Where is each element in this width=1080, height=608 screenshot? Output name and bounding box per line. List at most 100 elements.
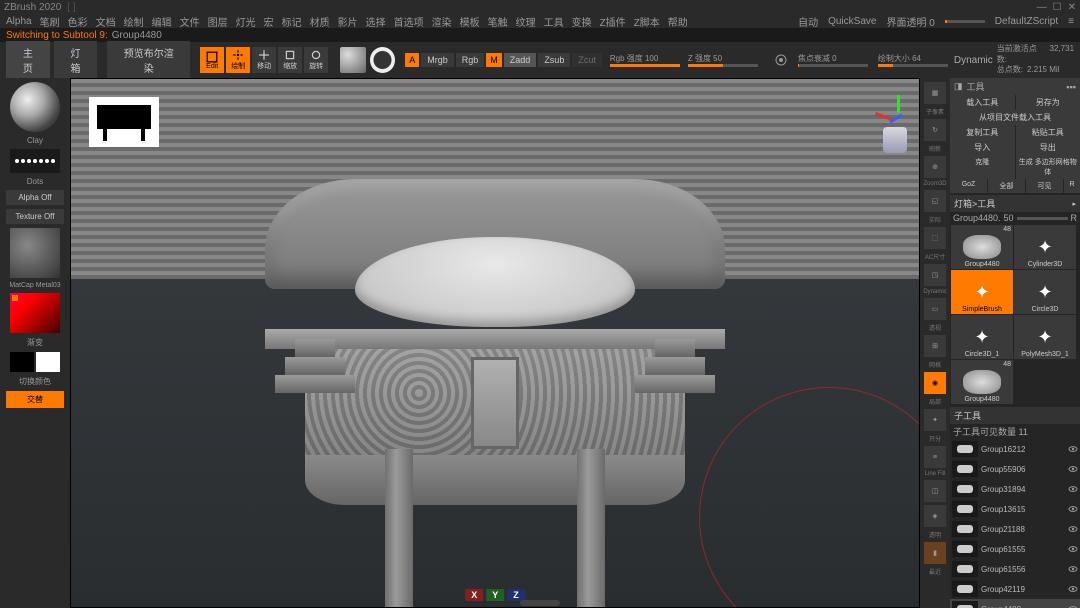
subtool-item[interactable]: Group21188	[950, 519, 1080, 539]
zadd-button[interactable]: Zadd	[504, 53, 537, 67]
import-button[interactable]: 导入	[950, 140, 1015, 155]
floor-axis-toggle[interactable]: X Y Z	[465, 589, 525, 601]
goz-button[interactable]: GoZ	[950, 179, 987, 193]
panel-close-icon[interactable]: ▪▪▪	[1066, 82, 1076, 92]
stroke-thumbnail[interactable]	[10, 149, 60, 173]
rotate-button[interactable]: 旋转	[304, 47, 328, 73]
menu-item[interactable]: 模板	[460, 14, 480, 29]
subtool-item[interactable]: Group16212	[950, 439, 1080, 459]
swap-button[interactable]: 交替	[6, 391, 64, 408]
eye-icon[interactable]	[1068, 484, 1078, 494]
strip-icon[interactable]: ◫	[924, 480, 946, 502]
menu-item[interactable]: 宏	[264, 14, 274, 29]
subtool-item[interactable]: Group13615	[950, 499, 1080, 519]
reference-image[interactable]	[89, 97, 159, 147]
eye-icon[interactable]	[1068, 584, 1078, 594]
zsub-button[interactable]: Zsub	[538, 53, 570, 67]
menu-item[interactable]: 纹理	[516, 14, 536, 29]
eye-icon[interactable]	[1068, 504, 1078, 514]
default-zscript[interactable]: DefaultZScript	[995, 16, 1058, 27]
all-button[interactable]: 全部	[988, 179, 1025, 193]
camera-thumbnail[interactable]	[883, 127, 907, 153]
focal-slider[interactable]	[798, 64, 868, 67]
floor-y[interactable]: Y	[486, 589, 504, 601]
eye-icon[interactable]	[1068, 564, 1078, 574]
visible-button[interactable]: 可见	[1026, 179, 1063, 193]
move-button[interactable]: 移动	[252, 47, 276, 73]
paste-tool-button[interactable]: 粘贴工具	[1016, 125, 1080, 140]
eye-icon[interactable]	[1068, 444, 1078, 454]
strip-icon[interactable]: ↻	[924, 119, 946, 141]
menu-item[interactable]: 绘制	[124, 14, 144, 29]
eye-icon[interactable]	[1068, 464, 1078, 474]
menu-item[interactable]: 选择	[366, 14, 386, 29]
rgb-intensity-slider[interactable]	[610, 64, 680, 67]
menu-item[interactable]: 图层	[208, 14, 228, 29]
alpha-button[interactable]: Alpha Off	[6, 190, 64, 205]
strip-icon[interactable]: ▭	[924, 298, 946, 320]
menu-item[interactable]: 色彩	[68, 14, 88, 29]
strip-icon[interactable]: ◱	[924, 190, 946, 212]
material-swatch[interactable]	[340, 47, 366, 73]
menu-item[interactable]: 文件	[180, 14, 200, 29]
clone-button[interactable]: 克隆	[950, 155, 1015, 179]
strip-icon[interactable]: ⬚	[924, 227, 946, 249]
brush-thumbnail[interactable]	[10, 82, 60, 132]
subtool-item[interactable]: Group4480	[950, 599, 1080, 608]
menu-item[interactable]: 文档	[96, 14, 116, 29]
tool-cell[interactable]: 48Group4480	[951, 360, 1013, 404]
opacity-slider[interactable]	[945, 20, 985, 23]
switch-color[interactable]: 切换颜色	[19, 376, 51, 387]
tool-panel-header[interactable]: ◨ 工具 ▪▪▪	[950, 78, 1080, 95]
color-swatches[interactable]	[10, 352, 60, 372]
z-intensity-slider[interactable]	[688, 64, 758, 67]
axis-gizmo[interactable]	[871, 91, 907, 127]
subtool-item[interactable]: Group55906	[950, 459, 1080, 479]
tool-cell[interactable]: 48Group4480	[951, 225, 1013, 269]
menu-item[interactable]: Z插件	[600, 14, 626, 29]
zcut-button[interactable]: Zcut	[572, 53, 602, 67]
strip-icon[interactable]: ≡	[924, 446, 946, 468]
maximize-icon[interactable]: ☐	[1053, 2, 1062, 13]
subtool-item[interactable]: Group42119	[950, 579, 1080, 599]
drawsize-slider[interactable]	[878, 64, 948, 67]
rgb-button[interactable]: Rgb	[456, 53, 485, 67]
material-thumbnail[interactable]	[10, 228, 60, 278]
menu-item[interactable]: 首选项	[394, 14, 424, 29]
subtool-section-header[interactable]: 子工具	[950, 407, 1080, 424]
menu-item[interactable]: 编辑	[152, 14, 172, 29]
floor-x[interactable]: X	[465, 589, 483, 601]
edit-button[interactable]: Edit	[200, 47, 224, 73]
eye-icon[interactable]	[1068, 544, 1078, 554]
strip-icon[interactable]: ◈	[924, 505, 946, 527]
tool-cell[interactable]: ✦Circle3D_1	[951, 315, 1013, 359]
menu-item[interactable]: 变换	[572, 14, 592, 29]
strip-icon[interactable]: ⊕	[924, 156, 946, 178]
menu-item[interactable]: 影片	[338, 14, 358, 29]
gradient-label[interactable]: 渐变	[27, 337, 43, 348]
menu-item[interactable]: 渲染	[432, 14, 452, 29]
r-button[interactable]: R	[1064, 179, 1080, 193]
strip-icon[interactable]: ▮	[924, 542, 946, 564]
mrgb-button[interactable]: Mrgb	[421, 53, 454, 67]
tab-home[interactable]: 主页	[6, 41, 50, 79]
tool-cell[interactable]: ✦PolyMesh3D_1	[1014, 315, 1076, 359]
close-icon[interactable]: ✕	[1068, 2, 1076, 13]
dynamic-toggle[interactable]: Dynamic	[954, 55, 993, 66]
menu-item[interactable]: 材质	[310, 14, 330, 29]
current-tool-slider[interactable]	[1017, 217, 1068, 220]
menu-item[interactable]: Z脚本	[634, 14, 660, 29]
eye-icon[interactable]	[1068, 524, 1078, 534]
strip-icon[interactable]: ◉	[924, 372, 946, 394]
menu-item[interactable]: 灯光	[236, 14, 256, 29]
menu-item[interactable]: Alpha	[6, 16, 32, 27]
strip-icon[interactable]: ◳	[924, 264, 946, 286]
menu-item[interactable]: 工具	[544, 14, 564, 29]
export-button[interactable]: 导出	[1016, 140, 1080, 155]
eye-icon[interactable]	[1068, 604, 1078, 608]
color-picker[interactable]	[10, 293, 60, 333]
minimize-icon[interactable]: —	[1037, 2, 1047, 13]
load-tool-button[interactable]: 载入工具	[950, 95, 1015, 110]
quicksave-button[interactable]: QuickSave	[828, 16, 876, 27]
panel-drag-icon[interactable]: ◨	[954, 81, 963, 92]
